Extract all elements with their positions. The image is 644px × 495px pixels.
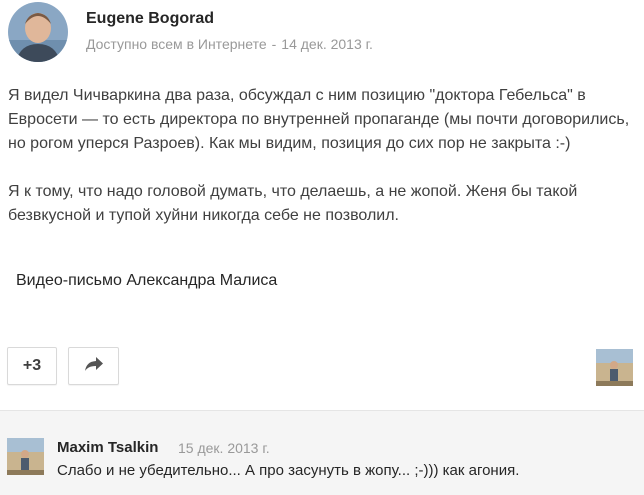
visibility-label[interactable]: Доступно всем в Интернете xyxy=(86,36,267,52)
comment-date[interactable]: 15 дек. 2013 г. xyxy=(178,440,270,456)
shared-link-title[interactable]: Видео-письмо Александра Малиса xyxy=(16,272,277,290)
sharer-avatar[interactable] xyxy=(596,349,633,386)
post-body: Я видел Чичваркина два раза, обсуждал с … xyxy=(8,84,636,252)
share-arrow-icon xyxy=(84,356,104,377)
post-meta: Доступно всем в Интернете -14 дек. 2013 г… xyxy=(86,36,373,52)
post-paragraph: Я видел Чичваркина два раза, обсуждал с … xyxy=(8,87,630,152)
comments-section: Maxim Tsalkin 15 дек. 2013 г. Слабо и не… xyxy=(0,410,644,495)
author-name[interactable]: Eugene Bogorad xyxy=(86,10,214,28)
commenter-avatar[interactable] xyxy=(7,438,44,475)
plus-one-button[interactable]: +3 xyxy=(7,347,57,385)
post-card: Eugene Bogorad Доступно всем в Интернете… xyxy=(0,0,644,410)
comment-text: Слабо и не убедительно... А про засунуть… xyxy=(57,462,520,479)
post-date[interactable]: 14 дек. 2013 г. xyxy=(281,36,373,52)
meta-separator: - xyxy=(271,36,277,52)
post-paragraph: Я к тому, что надо головой думать, что д… xyxy=(8,183,578,224)
comment-author[interactable]: Maxim Tsalkin xyxy=(57,439,158,456)
author-avatar[interactable] xyxy=(8,2,68,62)
share-button[interactable] xyxy=(68,347,119,385)
